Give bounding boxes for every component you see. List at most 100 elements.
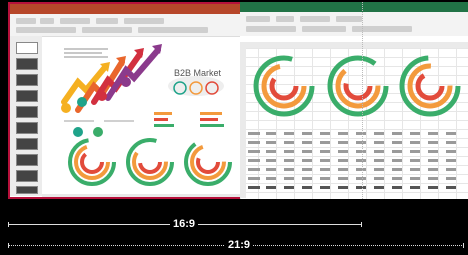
table-cell[interactable]: [266, 141, 276, 144]
table-cell[interactable]: [338, 150, 348, 153]
table-cell[interactable]: [338, 132, 348, 135]
table-cell[interactable]: [374, 159, 384, 162]
table-cell[interactable]: [284, 141, 294, 144]
table-cell[interactable]: [428, 159, 438, 162]
table-cell[interactable]: [374, 141, 384, 144]
table-cell[interactable]: [356, 150, 366, 153]
table-cell[interactable]: [266, 186, 276, 189]
ribbon-button[interactable]: [16, 18, 36, 24]
table-cell[interactable]: [320, 168, 330, 171]
table-cell[interactable]: [356, 132, 366, 135]
worksheet-grid[interactable]: [240, 48, 468, 199]
ribbon-button[interactable]: [60, 18, 90, 24]
table-cell[interactable]: [410, 177, 420, 180]
table-cell[interactable]: [374, 132, 384, 135]
table-cell[interactable]: [266, 177, 276, 180]
table-cell[interactable]: [266, 150, 276, 153]
table-cell[interactable]: [428, 168, 438, 171]
ribbon-button[interactable]: [300, 16, 330, 22]
table-cell[interactable]: [428, 186, 438, 189]
table-cell[interactable]: [248, 186, 260, 189]
table-cell[interactable]: [446, 132, 456, 135]
table-cell[interactable]: [392, 186, 402, 189]
table-cell[interactable]: [356, 186, 366, 189]
table-cell[interactable]: [320, 141, 330, 144]
ribbon-button[interactable]: [302, 26, 346, 32]
table-cell[interactable]: [338, 159, 348, 162]
table-cell[interactable]: [284, 159, 294, 162]
table-cell[interactable]: [374, 150, 384, 153]
table-cell[interactable]: [338, 141, 348, 144]
table-cell[interactable]: [428, 150, 438, 153]
ribbon-button[interactable]: [246, 16, 270, 22]
table-cell[interactable]: [410, 159, 420, 162]
table-cell[interactable]: [320, 150, 330, 153]
table-cell[interactable]: [338, 177, 348, 180]
ribbon-button[interactable]: [40, 18, 54, 24]
table-cell[interactable]: [392, 168, 402, 171]
table-cell[interactable]: [374, 168, 384, 171]
slide-thumbnail[interactable]: [16, 122, 38, 134]
table-cell[interactable]: [392, 132, 402, 135]
table-cell[interactable]: [428, 177, 438, 180]
table-cell[interactable]: [410, 132, 420, 135]
table-cell[interactable]: [392, 150, 402, 153]
slide-thumbnail[interactable]: [16, 90, 38, 102]
table-cell[interactable]: [410, 141, 420, 144]
slide-canvas[interactable]: B2B Market: [50, 42, 248, 192]
table-cell[interactable]: [410, 186, 420, 189]
table-cell[interactable]: [392, 177, 402, 180]
table-cell[interactable]: [338, 168, 348, 171]
table-cell[interactable]: [302, 177, 312, 180]
table-cell[interactable]: [302, 159, 312, 162]
table-cell[interactable]: [320, 132, 330, 135]
slide-thumbnail[interactable]: [16, 42, 38, 54]
table-cell[interactable]: [302, 141, 312, 144]
ribbon-button[interactable]: [138, 27, 208, 33]
table-cell[interactable]: [248, 132, 260, 135]
slide-thumbnail[interactable]: [16, 138, 38, 150]
slide-thumbnail[interactable]: [16, 106, 38, 118]
table-cell[interactable]: [356, 168, 366, 171]
ribbon-button[interactable]: [276, 16, 294, 22]
table-cell[interactable]: [284, 168, 294, 171]
table-cell[interactable]: [248, 177, 260, 180]
table-cell[interactable]: [356, 159, 366, 162]
table-cell[interactable]: [284, 177, 294, 180]
table-cell[interactable]: [266, 159, 276, 162]
table-cell[interactable]: [392, 159, 402, 162]
table-cell[interactable]: [284, 186, 294, 189]
table-cell[interactable]: [248, 150, 260, 153]
table-cell[interactable]: [410, 168, 420, 171]
table-cell[interactable]: [446, 186, 456, 189]
ribbon-button[interactable]: [82, 27, 132, 33]
table-cell[interactable]: [428, 141, 438, 144]
ribbon-button[interactable]: [336, 16, 362, 22]
table-cell[interactable]: [320, 186, 330, 189]
table-cell[interactable]: [320, 177, 330, 180]
table-cell[interactable]: [446, 141, 456, 144]
slide-thumbnail[interactable]: [16, 154, 38, 166]
table-cell[interactable]: [374, 177, 384, 180]
slide-thumbnail[interactable]: [16, 58, 38, 70]
slide-thumbnail[interactable]: [16, 170, 38, 182]
table-cell[interactable]: [446, 177, 456, 180]
table-cell[interactable]: [302, 150, 312, 153]
ribbon-button[interactable]: [352, 26, 412, 32]
table-cell[interactable]: [338, 186, 348, 189]
table-cell[interactable]: [266, 132, 276, 135]
table-cell[interactable]: [410, 150, 420, 153]
ribbon-button[interactable]: [124, 18, 164, 24]
table-cell[interactable]: [302, 186, 312, 189]
table-cell[interactable]: [446, 159, 456, 162]
table-cell[interactable]: [302, 132, 312, 135]
table-cell[interactable]: [320, 159, 330, 162]
ribbon-button[interactable]: [16, 27, 76, 33]
slide-thumbnail[interactable]: [16, 74, 38, 86]
table-cell[interactable]: [248, 168, 260, 171]
table-cell[interactable]: [266, 168, 276, 171]
table-cell[interactable]: [356, 177, 366, 180]
ribbon-button[interactable]: [96, 18, 118, 24]
table-cell[interactable]: [356, 141, 366, 144]
table-cell[interactable]: [428, 132, 438, 135]
